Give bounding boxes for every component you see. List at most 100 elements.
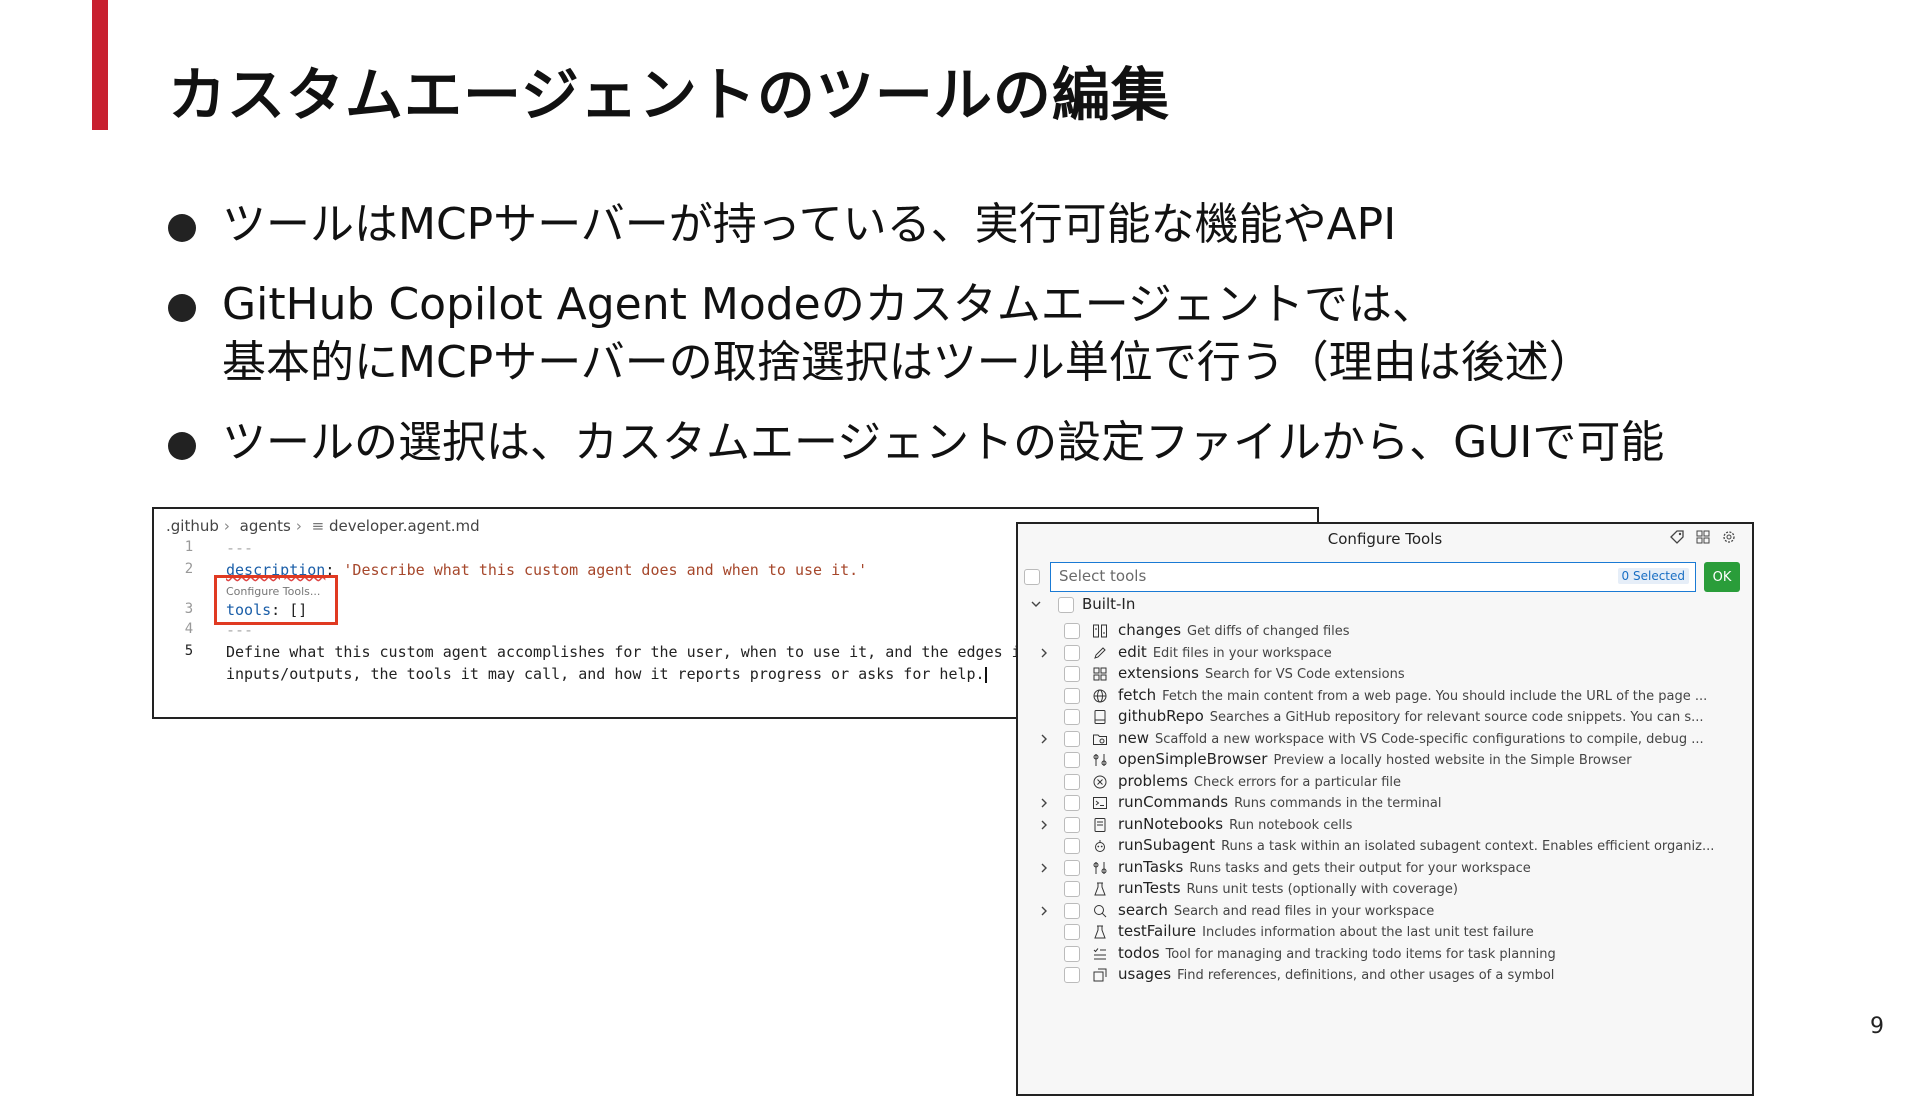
tool-name: todos xyxy=(1118,943,1160,962)
tool-row-usages[interactable]: usages Find references, definitions, and … xyxy=(1018,962,1752,988)
tool-description: Run notebook cells xyxy=(1229,817,1353,833)
bullet-list: ツールはMCPサーバーが持っている、実行可能な機能やAPI GitHub Copi… xyxy=(168,196,1728,494)
line-number: 1 xyxy=(184,539,194,555)
group-checkbox[interactable] xyxy=(1058,597,1074,613)
tool-name: extensions xyxy=(1118,664,1199,682)
breadcrumb: .github › agents › ≡ developer.agent.md xyxy=(166,517,480,535)
file-icon: ≡ xyxy=(311,517,325,535)
search-input[interactable] xyxy=(1051,563,1607,589)
page-number: 9 xyxy=(1870,1014,1884,1039)
tool-checkbox[interactable] xyxy=(1064,816,1080,833)
tools-icon xyxy=(1093,861,1107,874)
tool-label: extensions Search for VS Code extensions xyxy=(1118,664,1405,682)
error-icon xyxy=(1093,775,1107,788)
tool-label: runTasks Runs tasks and gets their output… xyxy=(1118,858,1531,876)
selected-count-badge: 0 Selected xyxy=(1617,568,1689,584)
tag-icon[interactable] xyxy=(1668,528,1686,546)
tool-label: new Scaffold a new workspace with VS Code… xyxy=(1118,729,1704,747)
tool-description: Runs commands in the terminal xyxy=(1234,796,1442,811)
tool-checkbox[interactable] xyxy=(1064,666,1080,682)
tool-description: Search and read files in your workspace xyxy=(1173,903,1435,919)
tool-checkbox[interactable] xyxy=(1064,924,1080,940)
tool-name: fetch xyxy=(1118,685,1157,704)
tool-description: Preview a locally hosted website in the … xyxy=(1273,753,1632,768)
tool-label: edit Edit files in your workspace xyxy=(1118,643,1332,661)
bullet-line: GitHub Copilot Agent Modeのカスタムエージェントでは、 xyxy=(222,279,1436,330)
tool-label: openSimpleBrowser Preview a locally hoste… xyxy=(1118,750,1632,768)
tool-description: Search for VS Code extensions xyxy=(1204,667,1405,682)
tool-checkbox[interactable] xyxy=(1064,644,1080,661)
tool-checkbox[interactable] xyxy=(1064,773,1080,790)
code-text: --- xyxy=(226,539,254,557)
bullet-item: ツールの選択は、カスタムエージェントの設定ファイルから、GUIで可能 xyxy=(168,414,1728,472)
breadcrumb-item[interactable]: .github xyxy=(166,517,219,535)
tool-name: runCommands xyxy=(1118,793,1229,811)
tool-checkbox[interactable] xyxy=(1064,902,1080,919)
tool-checkbox[interactable] xyxy=(1064,859,1080,876)
tool-checkbox[interactable] xyxy=(1064,687,1080,704)
tools-icon xyxy=(1093,754,1107,766)
tool-name: changes xyxy=(1118,621,1182,639)
new-folder-icon xyxy=(1093,734,1107,745)
chevron-right-icon[interactable] xyxy=(1038,797,1050,809)
extensions-icon xyxy=(1093,667,1107,681)
tool-checkbox[interactable] xyxy=(1064,881,1080,897)
bullet-dot-icon xyxy=(168,294,196,322)
tool-label: githubRepo Searches a GitHub repository f… xyxy=(1118,707,1704,725)
bullet-item: ツールはMCPサーバーが持っている、実行可能な機能やAPI xyxy=(168,196,1728,254)
tool-group-builtin[interactable]: Built-In xyxy=(1018,590,1752,618)
title-accent-bar xyxy=(92,0,108,130)
tool-description: Runs tasks and gets their output for you… xyxy=(1189,860,1531,876)
tool-checkbox[interactable] xyxy=(1064,838,1080,854)
line-number: 4 xyxy=(184,621,194,637)
text-cursor xyxy=(984,666,987,683)
tool-checkbox[interactable] xyxy=(1064,967,1080,983)
tool-checkbox[interactable] xyxy=(1064,795,1080,811)
tool-label: runSubagent Runs a task within an isolate… xyxy=(1118,836,1714,854)
tool-name: new xyxy=(1118,728,1150,747)
tool-description: Fetch the main content from a web page. … xyxy=(1162,688,1708,704)
tool-checkbox[interactable] xyxy=(1064,752,1080,768)
tool-checkbox[interactable] xyxy=(1064,623,1080,639)
repo-icon xyxy=(1094,710,1106,724)
beaker-icon xyxy=(1094,882,1106,896)
configure-tools-panel: Configure Tools 0 Selected OK Built-In c… xyxy=(1016,522,1754,1096)
line-number: 3 xyxy=(184,601,194,617)
select-all-checkbox[interactable] xyxy=(1024,569,1040,585)
tool-name: usages xyxy=(1118,965,1172,983)
tool-label: search Search and read files in your work… xyxy=(1118,901,1434,919)
tool-name: openSimpleBrowser xyxy=(1118,750,1268,768)
chevron-down-icon[interactable] xyxy=(1030,598,1042,610)
terminal-icon xyxy=(1093,797,1107,809)
breadcrumb-item[interactable]: agents xyxy=(240,517,291,535)
tool-description: Check errors for a particular file xyxy=(1193,774,1402,790)
agent-icon xyxy=(1095,840,1105,852)
tool-name: testFailure xyxy=(1118,922,1197,940)
chevron-right-icon[interactable] xyxy=(1038,819,1050,831)
tool-description: Get diffs of changed files xyxy=(1187,624,1350,639)
checklist-icon xyxy=(1093,947,1106,959)
extensions-icon[interactable] xyxy=(1694,528,1712,546)
tool-checkbox[interactable] xyxy=(1064,709,1080,725)
tool-label: usages Find references, definitions, and … xyxy=(1118,965,1554,983)
tool-checkbox[interactable] xyxy=(1064,730,1080,747)
line-number: 5 xyxy=(184,643,194,659)
code-text: Define what this custom agent accomplish… xyxy=(226,643,1030,661)
tool-description: Find references, definitions, and other … xyxy=(1177,968,1555,983)
gear-icon[interactable] xyxy=(1720,528,1738,546)
pencil-icon xyxy=(1094,646,1106,659)
breadcrumb-item[interactable]: developer.agent.md xyxy=(329,517,480,535)
chevron-right-icon[interactable] xyxy=(1038,733,1050,745)
tool-name: runTasks xyxy=(1118,857,1184,876)
bullet-item: GitHub Copilot Agent Modeのカスタムエージェントでは、基… xyxy=(168,276,1728,392)
ok-button[interactable]: OK xyxy=(1704,562,1740,592)
tool-description: Searches a GitHub repository for relevan… xyxy=(1209,710,1704,725)
bullet-dot-icon xyxy=(168,432,196,460)
search-icon xyxy=(1094,904,1107,917)
tool-checkbox[interactable] xyxy=(1064,945,1080,962)
chevron-right-icon[interactable] xyxy=(1038,647,1050,659)
code-text-content: inputs/outputs, the tools it may call, a… xyxy=(226,665,985,683)
code-text: inputs/outputs, the tools it may call, a… xyxy=(226,665,987,683)
chevron-right-icon[interactable] xyxy=(1038,862,1050,874)
chevron-right-icon[interactable] xyxy=(1038,905,1050,917)
